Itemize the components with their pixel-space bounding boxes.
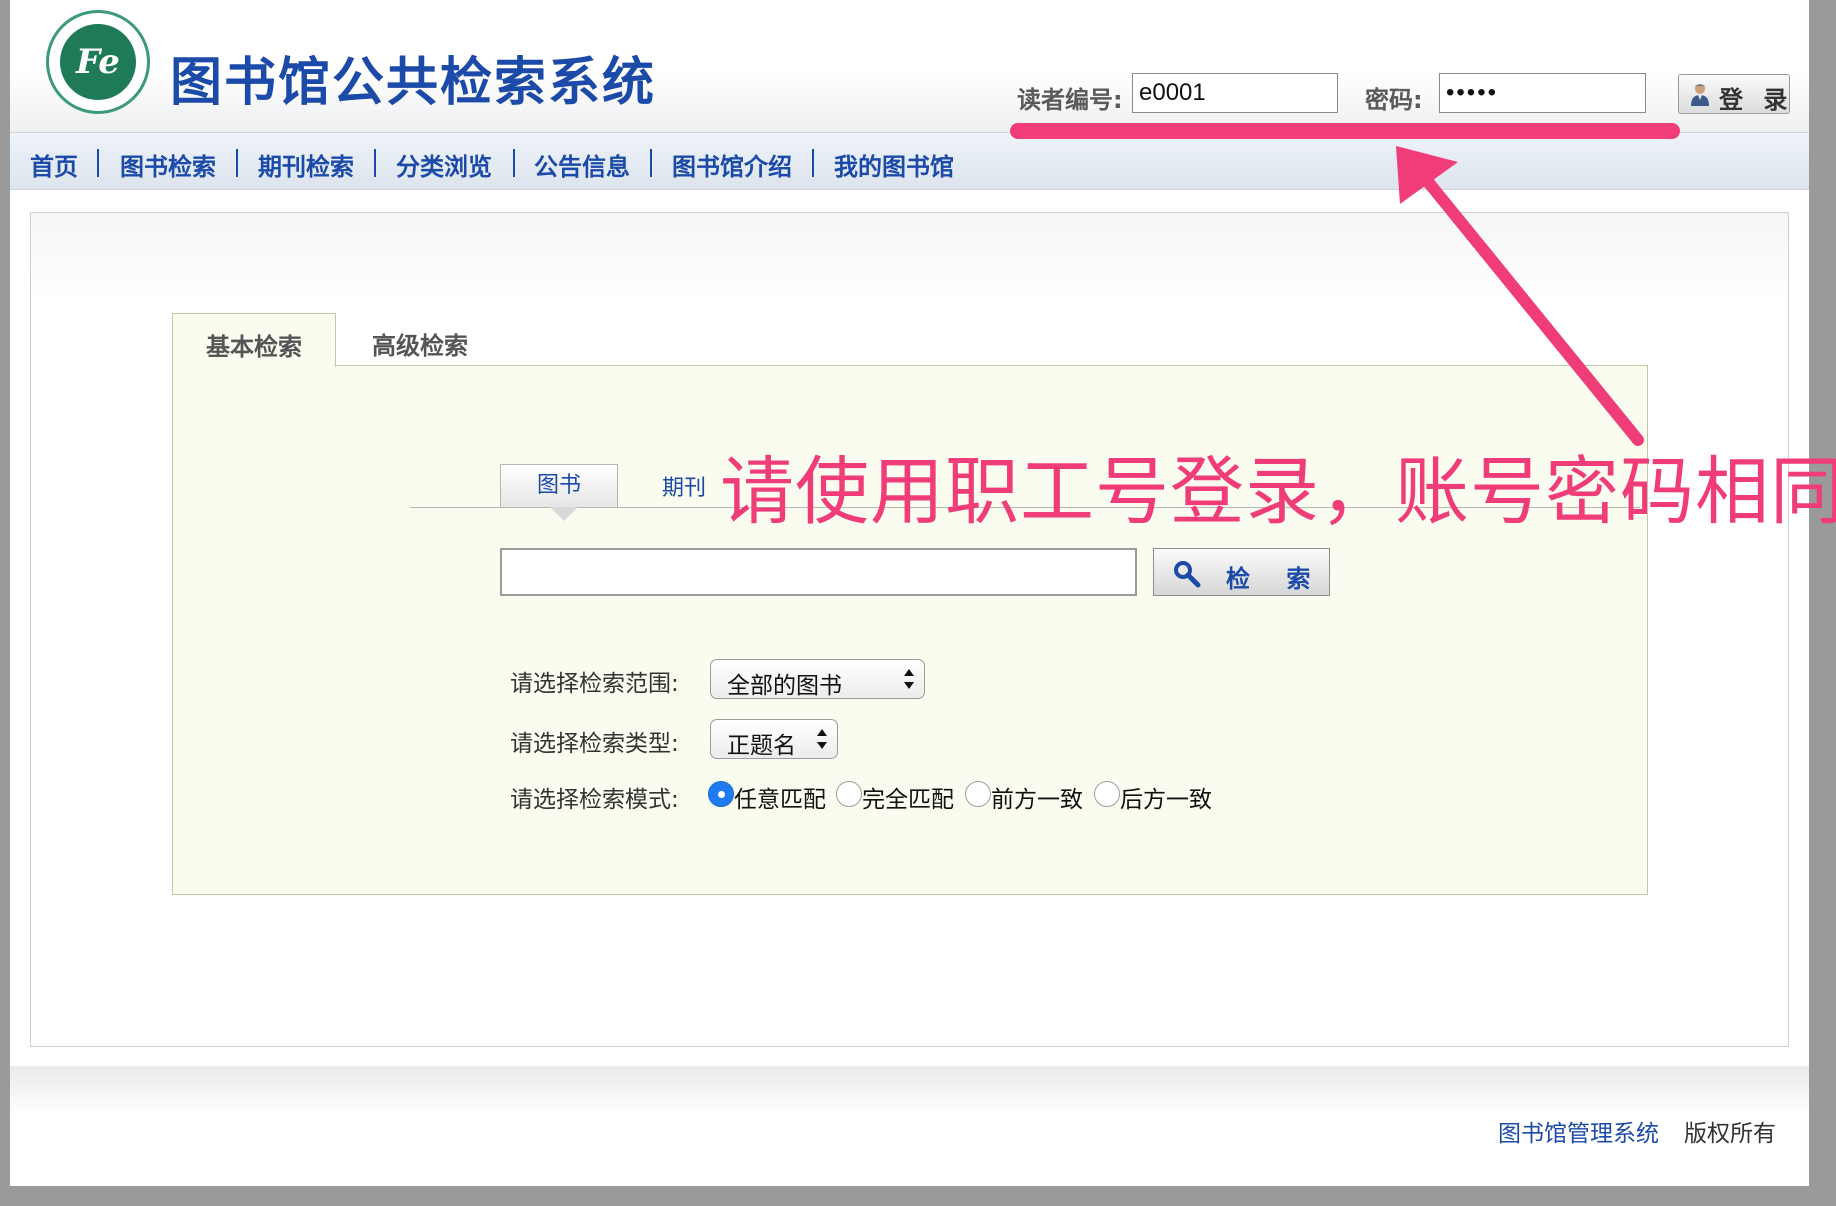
nav-item-library-intro[interactable]: 图书馆介绍 [672, 147, 792, 182]
subtab-journals[interactable]: 期刊 [662, 470, 706, 502]
nav-divider [812, 149, 814, 177]
logo-mark: Fe [60, 24, 136, 100]
footer-system-link[interactable]: 图书馆管理系统 [1498, 1114, 1659, 1148]
user-icon [1691, 84, 1709, 106]
reader-id-input[interactable] [1132, 73, 1338, 113]
header: Fe 图书馆公共检索系统 读者编号: 密码: 登 录 [10, 0, 1809, 132]
library-logo: Fe [46, 10, 150, 114]
site-title: 图书馆公共检索系统 [170, 53, 657, 113]
password-label: 密码: [1365, 86, 1423, 114]
scope-select-value: 全部的图书 [727, 673, 842, 699]
mode-radio-exact[interactable] [836, 781, 862, 807]
page: Fe 图书馆公共检索系统 读者编号: 密码: 登 录 首页 图书检索 期刊检索 … [10, 0, 1809, 1186]
select-arrows-icon [817, 729, 827, 749]
mode-radio-label: 完全匹配 [862, 787, 954, 813]
search-button-label: 检 索 [1226, 565, 1325, 593]
select-arrows-icon [904, 669, 914, 689]
nav-item-my-library[interactable]: 我的图书馆 [834, 147, 954, 182]
footer-copyright: 版权所有 [1684, 1121, 1776, 1147]
login-button[interactable]: 登 录 [1678, 74, 1790, 114]
tab-basic-search[interactable]: 基本检索 [172, 313, 336, 367]
scope-select[interactable]: 全部的图书 [710, 659, 925, 699]
annotation-text: 请使用职工号登录，账号密码相同 [720, 449, 1836, 535]
type-select-value: 正题名 [727, 733, 796, 759]
subtab-books[interactable]: 图书 [500, 464, 618, 508]
search-icon [1174, 561, 1201, 588]
login-button-label: 登 录 [1719, 86, 1794, 114]
nav-divider [513, 149, 515, 177]
search-input[interactable] [500, 548, 1137, 596]
mode-label: 请选择检索模式: [510, 787, 679, 813]
main-nav: 首页 图书检索 期刊检索 分类浏览 公告信息 图书馆介绍 我的图书馆 [10, 132, 1809, 190]
mode-radio-prefix[interactable] [965, 781, 991, 807]
tab-advanced-search[interactable]: 高级检索 [372, 326, 468, 361]
password-input[interactable] [1439, 73, 1646, 113]
type-label: 请选择检索类型: [510, 731, 679, 757]
mode-radio-suffix[interactable] [1094, 781, 1120, 807]
nav-item-book-search[interactable]: 图书检索 [120, 147, 216, 182]
mode-radio-label: 任意匹配 [734, 787, 826, 813]
nav-item-category-browse[interactable]: 分类浏览 [396, 147, 492, 182]
search-button[interactable]: 检 索 [1153, 548, 1330, 596]
mode-radio-any[interactable] [708, 781, 734, 807]
nav-divider [236, 149, 238, 177]
nav-item-home[interactable]: 首页 [30, 147, 78, 182]
nav-divider [374, 149, 376, 177]
reader-id-label: 读者编号: [1017, 86, 1123, 114]
nav-item-announcements[interactable]: 公告信息 [534, 147, 630, 182]
subtab-pointer [550, 507, 578, 521]
mode-radio-label: 后方一致 [1120, 787, 1212, 813]
nav-item-journal-search[interactable]: 期刊检索 [258, 147, 354, 182]
type-select[interactable]: 正题名 [710, 719, 838, 759]
mode-radio-label: 前方一致 [991, 787, 1083, 813]
nav-divider [97, 149, 99, 177]
scope-label: 请选择检索范围: [510, 671, 679, 697]
nav-divider [650, 149, 652, 177]
